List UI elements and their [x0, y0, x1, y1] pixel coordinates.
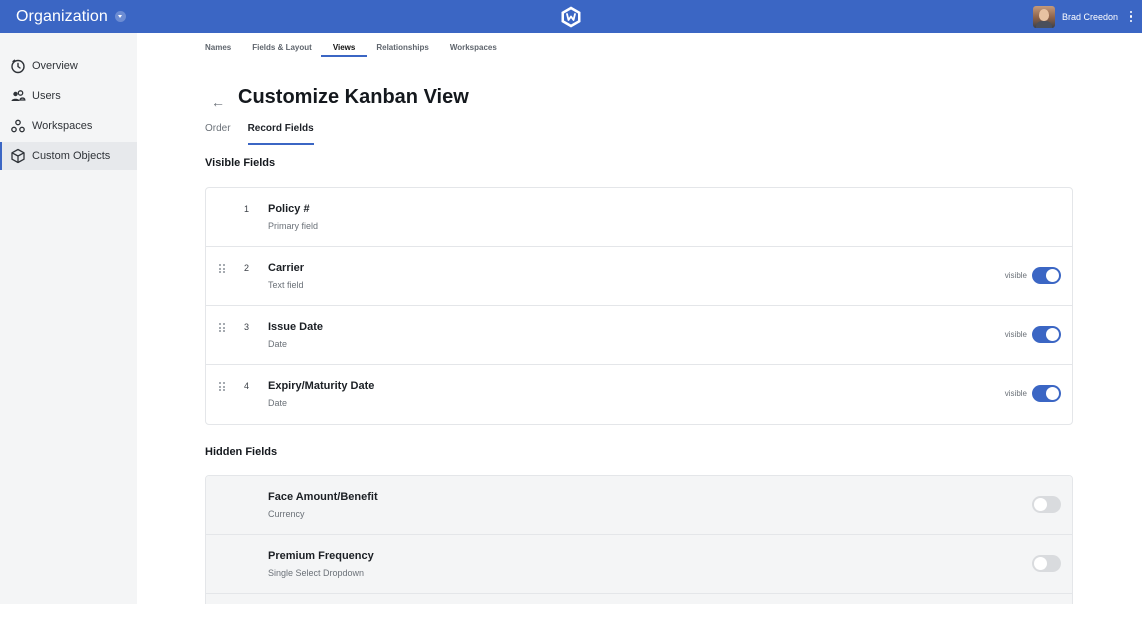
more-vertical-icon[interactable] — [1124, 9, 1138, 25]
list-item[interactable]: 3 Issue Date Date visible — [206, 306, 1072, 365]
organization-switcher[interactable]: Organization — [16, 8, 126, 26]
toggle-knob — [1034, 498, 1047, 511]
sidebar: Overview Users Workspaces Custom Objects — [0, 33, 137, 604]
field-name: Policy # — [268, 203, 310, 215]
toggle-knob — [1046, 269, 1059, 282]
visibility-toggle[interactable] — [1032, 496, 1061, 513]
toggle-knob — [1034, 557, 1047, 570]
tab-workspaces[interactable]: Workspaces — [450, 43, 497, 57]
field-name: Issue Date — [268, 321, 324, 333]
field-index: 1 — [244, 204, 250, 214]
field-type: Single Select Dropdown — [268, 568, 365, 578]
user-menu[interactable]: Brad Creedon — [1032, 0, 1142, 33]
app-window: Organization Brad Creedon Overview Users — [0, 0, 1142, 604]
arrow-left-icon[interactable]: ← — [211, 94, 225, 110]
users-icon — [10, 88, 26, 104]
visible-label: visible — [1004, 271, 1027, 280]
field-index: 2 — [244, 263, 250, 273]
toggle-knob — [1046, 328, 1059, 341]
field-name: Expiry/Maturity Date — [268, 380, 375, 392]
object-tabs: Names Fields & Layout Views Relationship… — [205, 43, 518, 57]
visible-label: visible — [1004, 389, 1027, 398]
clock-icon — [10, 58, 26, 74]
top-bar: Organization Brad Creedon — [0, 0, 1142, 33]
visibility-toggle[interactable] — [1032, 555, 1061, 572]
visible-fields-list: 1 Policy # Primary field 2 Carrier Text … — [205, 187, 1073, 425]
tab-relationships[interactable]: Relationships — [376, 43, 428, 57]
visibility-toggle[interactable] — [1032, 326, 1061, 343]
chevron-down-icon — [114, 11, 126, 22]
app-logo-icon[interactable] — [559, 5, 583, 29]
visible-label: visible — [1004, 330, 1027, 339]
drag-handle-icon[interactable] — [219, 382, 227, 391]
user-name: Brad Creedon — [1061, 11, 1118, 22]
tab-views[interactable]: Views — [321, 43, 367, 57]
field-name: Face Amount/Benefit — [268, 491, 378, 503]
sidebar-item-overview[interactable]: Overview — [0, 52, 137, 80]
list-item[interactable]: 2 Carrier Text field visible — [206, 247, 1072, 306]
toggle-knob — [1046, 387, 1059, 400]
field-type: Date — [268, 398, 288, 408]
page-title: Customize Kanban View — [238, 86, 469, 108]
tab-fields-layout[interactable]: Fields & Layout — [252, 43, 312, 57]
tab-record-fields[interactable]: Record Fields — [247, 123, 314, 145]
avatar[interactable] — [1032, 5, 1055, 28]
sidebar-item-label: Users — [32, 90, 61, 102]
field-type: Currency — [268, 509, 305, 519]
visible-fields-heading: Visible Fields — [205, 157, 276, 169]
sidebar-item-workspaces[interactable]: Workspaces — [0, 112, 137, 140]
list-item[interactable]: Face Amount/Benefit Currency — [206, 476, 1072, 535]
field-name: Premium Frequency — [268, 550, 374, 562]
field-type: Primary field — [268, 221, 319, 231]
cube-icon — [10, 148, 26, 164]
sidebar-item-label: Workspaces — [32, 120, 93, 132]
sidebar-item-label: Overview — [32, 60, 78, 72]
drag-handle-icon[interactable] — [219, 264, 227, 273]
list-item[interactable]: 4 Expiry/Maturity Date Date visible — [206, 365, 1072, 424]
sidebar-item-users[interactable]: Users — [0, 82, 137, 110]
list-item[interactable]: Premium Frequency Single Select Dropdown — [206, 535, 1072, 594]
view-subtabs: Order Record Fields — [205, 123, 331, 145]
field-name: Carrier — [268, 262, 305, 274]
main-content: Names Fields & Layout Views Relationship… — [137, 33, 1142, 604]
list-item[interactable] — [206, 594, 1072, 604]
field-type: Text field — [268, 280, 304, 290]
hidden-fields-heading: Hidden Fields — [205, 446, 278, 458]
list-item: 1 Policy # Primary field — [206, 188, 1072, 247]
tab-order[interactable]: Order — [205, 123, 231, 145]
field-index: 4 — [244, 381, 250, 391]
tab-names[interactable]: Names — [205, 43, 231, 57]
hidden-fields-list: Face Amount/Benefit Currency Premium Fre… — [205, 475, 1073, 604]
sidebar-item-label: Custom Objects — [32, 150, 111, 162]
workspaces-icon — [10, 118, 26, 134]
sidebar-item-custom-objects[interactable]: Custom Objects — [0, 142, 137, 170]
drag-handle-icon[interactable] — [219, 323, 227, 332]
field-index: 3 — [244, 322, 250, 332]
visibility-toggle[interactable] — [1032, 267, 1061, 284]
organization-title: Organization — [16, 7, 108, 25]
visibility-toggle[interactable] — [1032, 385, 1061, 402]
field-type: Date — [268, 339, 288, 349]
